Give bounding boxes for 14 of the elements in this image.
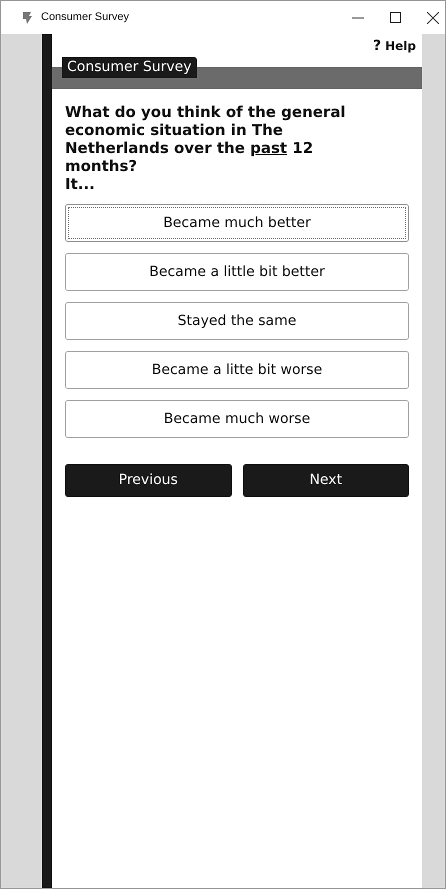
answer-option[interactable]: Stayed the same xyxy=(65,302,409,340)
question-text: What do you think of the general economic situation in The Netherlands over the past 12 months? xyxy=(65,103,347,175)
answer-option[interactable]: Became a litte bit worse xyxy=(65,351,409,389)
nav-button[interactable]: Next xyxy=(242,464,409,497)
maximize-icon[interactable] xyxy=(390,12,401,23)
app-icon xyxy=(21,10,33,24)
question-continuation: It... xyxy=(65,175,96,193)
window-title: Consumer Survey xyxy=(41,10,130,26)
answer-option[interactable]: Became a little bit better xyxy=(65,253,409,291)
nav-button[interactable]: Previous xyxy=(65,464,232,497)
answer-option[interactable]: Became much worse xyxy=(65,400,409,438)
answer-option[interactable]: Became much better xyxy=(65,204,409,242)
help-link[interactable]: ? Help xyxy=(372,36,416,56)
close-icon[interactable] xyxy=(427,12,439,24)
